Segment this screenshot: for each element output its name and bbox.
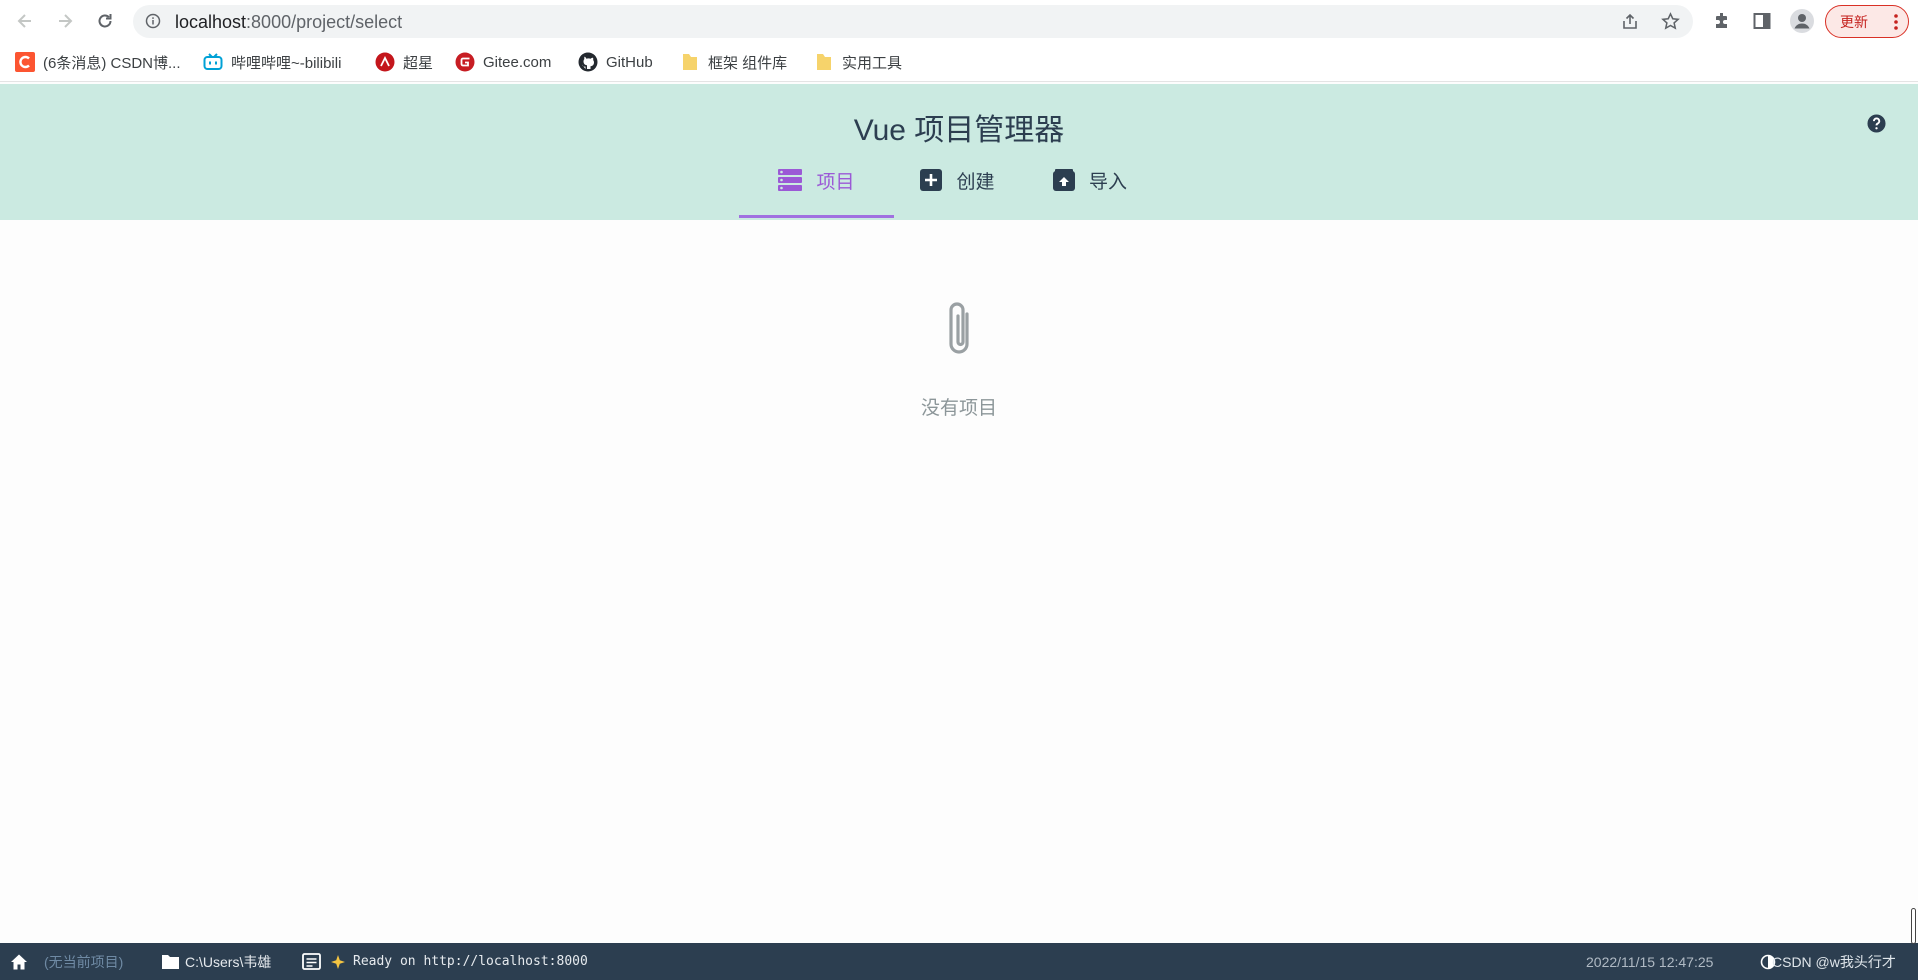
import-icon (1052, 169, 1075, 191)
sparkle-icon (331, 954, 345, 969)
tab-label: 导入 (1088, 171, 1127, 193)
reload-button[interactable] (90, 6, 120, 36)
bookmark-star-icon[interactable] (1661, 12, 1680, 36)
tab-label: 项目 (816, 171, 855, 193)
folder-icon (162, 954, 179, 969)
extensions-icon[interactable] (1712, 11, 1732, 36)
watermark: CSDN @w我头行才 (1772, 953, 1896, 970)
timestamp: 2022/11/15 12:47:25 (1586, 953, 1714, 970)
bookmark-label: GitHub (606, 53, 653, 71)
console-log-button[interactable]: Ready on http://localhost:8000 (302, 943, 588, 980)
arrow-right-icon (59, 14, 73, 28)
update-label: 更新 (1840, 13, 1868, 30)
scrollbar-thumb[interactable] (1911, 908, 1916, 944)
log-message: Ready on http://localhost:8000 (353, 954, 588, 969)
home-icon[interactable] (10, 943, 28, 980)
arrow-left-icon (17, 14, 31, 28)
current-project[interactable]: (无当前项目) (44, 943, 123, 980)
reload-icon (98, 14, 112, 28)
bookmark-gitee[interactable]: Gitee.com (455, 42, 551, 82)
bookmark-chaoxing[interactable]: 超星 (375, 42, 433, 82)
console-icon (302, 953, 321, 970)
help-icon[interactable] (1867, 114, 1886, 138)
tab-import[interactable]: 导入 (1030, 140, 1150, 220)
folder-icon (814, 52, 834, 72)
gitee-icon (455, 52, 475, 72)
browser-toolbar: localhost:8000/project/select 更新 (0, 0, 1918, 42)
bookmark-label: (6条消息) CSDN博... (43, 54, 181, 72)
forward-button[interactable] (50, 6, 80, 36)
tab-label: 创建 (956, 171, 995, 193)
github-icon (578, 52, 598, 72)
address-bar[interactable]: localhost:8000/project/select (133, 5, 1693, 38)
url-path: :8000/project/select (246, 12, 403, 32)
bilibili-icon (203, 52, 223, 72)
bookmark-folder-frameworks[interactable]: 框架 组件库 (680, 42, 787, 82)
app-header: Vue 项目管理器 项目 创建 导入 (0, 84, 1918, 220)
chaoxing-icon (375, 52, 395, 72)
status-bar: (无当前项目) C:\Users\韦雄 Ready on http://loca… (0, 943, 1918, 980)
site-info-icon[interactable] (145, 13, 161, 34)
profile-avatar-icon[interactable] (1789, 8, 1815, 39)
bookmarks-bar: (6条消息) CSDN博... 哔哩哔哩~-bilibili 超星 Gitee.… (0, 42, 1918, 82)
share-icon[interactable] (1621, 13, 1639, 36)
list-icon (778, 169, 803, 191)
csdn-icon (15, 52, 35, 72)
menu-dots-icon (1894, 14, 1898, 33)
folder-button[interactable]: C:\Users\韦雄 (162, 943, 271, 980)
bookmark-github[interactable]: GitHub (578, 42, 653, 82)
empty-state-text: 没有项目 (920, 398, 997, 419)
bookmark-label: 哔哩哔哩~-bilibili (231, 54, 342, 72)
tab-create[interactable]: 创建 (900, 140, 1015, 220)
paperclip-icon (940, 300, 978, 365)
url-host: localhost (175, 12, 247, 32)
side-panel-icon[interactable] (1752, 11, 1772, 36)
bookmark-label: 实用工具 (842, 54, 903, 72)
back-button[interactable] (10, 6, 40, 36)
update-button[interactable]: 更新 (1825, 5, 1909, 38)
folder-path: C:\Users\韦雄 (185, 953, 272, 970)
bookmark-label: 框架 组件库 (708, 54, 788, 72)
bookmark-label: 超星 (403, 54, 434, 72)
tab-projects[interactable]: 项目 (739, 140, 894, 220)
url-text: localhost:8000/project/select (175, 12, 402, 33)
bookmark-label: Gitee.com (483, 53, 552, 71)
bookmark-bilibili[interactable]: 哔哩哔哩~-bilibili (203, 42, 341, 82)
bookmark-folder-tools[interactable]: 实用工具 (814, 42, 902, 82)
folder-icon (680, 52, 700, 72)
bookmark-csdn[interactable]: (6条消息) CSDN博... (15, 42, 181, 82)
plus-square-icon (920, 169, 943, 191)
